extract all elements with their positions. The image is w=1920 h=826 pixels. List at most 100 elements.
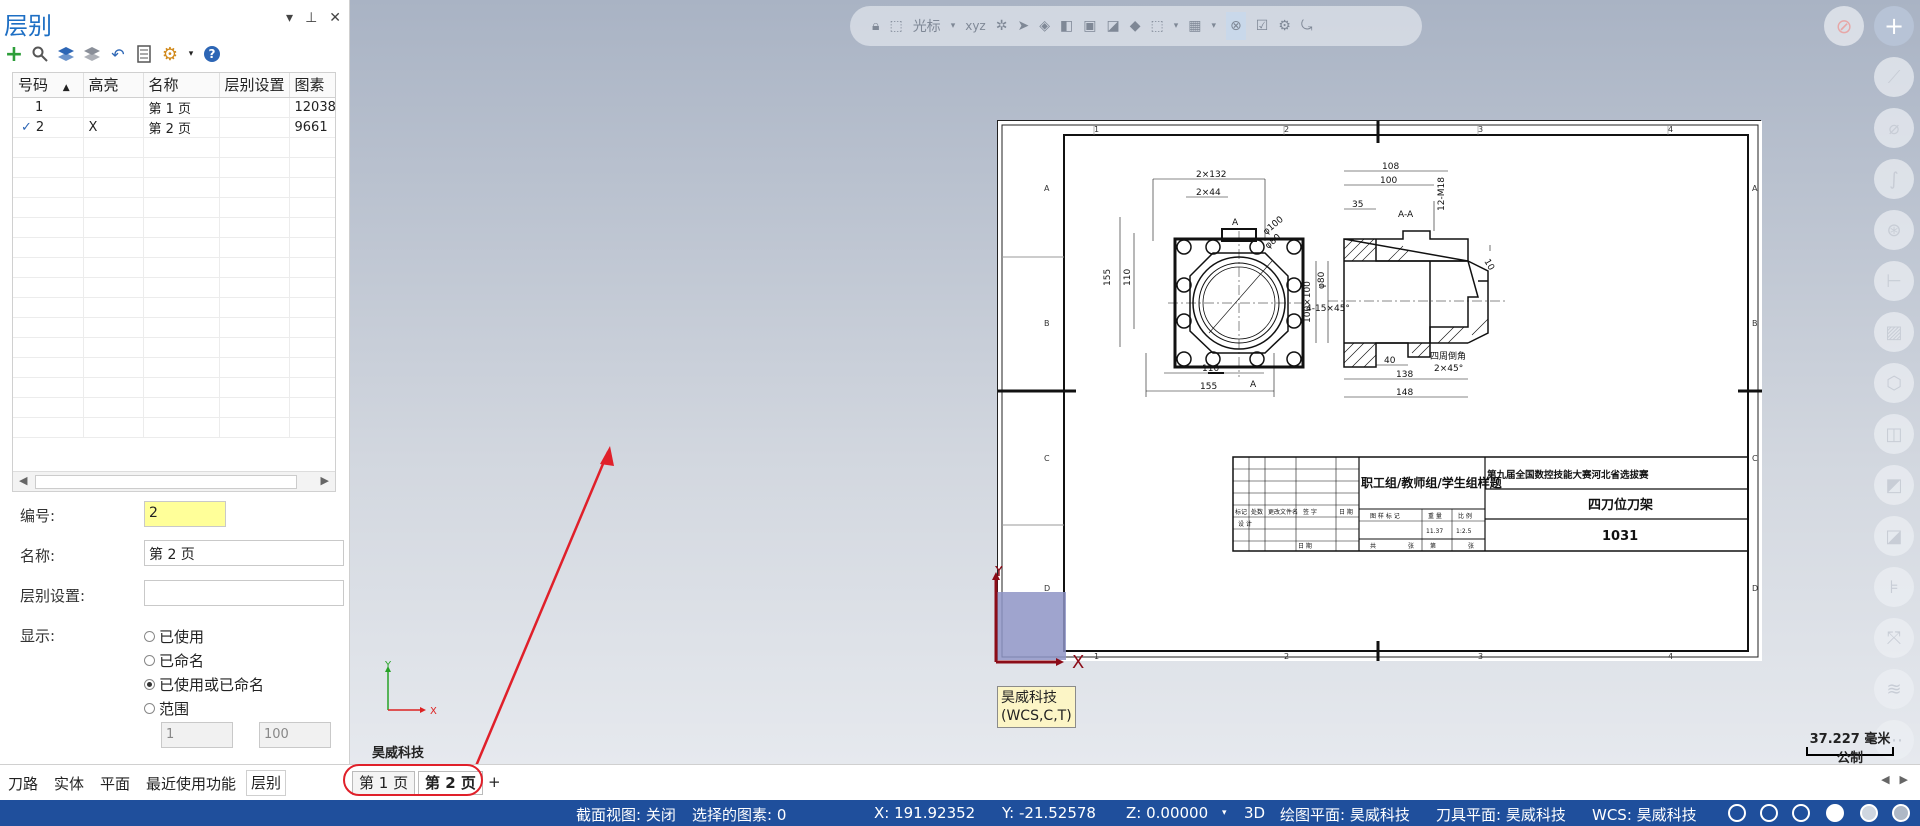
column-header[interactable]: 层别设置 — [219, 73, 290, 98]
lock-icon[interactable]: 🔒︎ — [872, 18, 879, 34]
globe-icon[interactable] — [1760, 804, 1778, 822]
section-label: A-A — [1398, 210, 1414, 220]
close-icon[interactable]: ✕ — [329, 10, 341, 26]
tb-label: 日 期 — [1339, 508, 1353, 516]
section-view-status[interactable]: 截面视图: 关闭 — [576, 804, 676, 825]
name-field[interactable]: 第 2 页 — [144, 540, 344, 566]
select-body-icon[interactable]: ▣ — [1083, 18, 1096, 34]
add-page-button[interactable]: + — [488, 773, 501, 791]
color-icon[interactable]: ◩ — [1874, 465, 1914, 505]
radio-used-or-named[interactable]: 已使用或已命名 — [144, 674, 264, 695]
transform-icon[interactable]: ⤧ — [1874, 618, 1914, 658]
select-face-icon[interactable]: ◧ — [1060, 18, 1073, 34]
pin-icon[interactable]: ⊥ — [305, 10, 317, 26]
stop-icon[interactable]: ⊘ — [1824, 6, 1864, 46]
dimension-icon[interactable]: ⊢ — [1874, 261, 1914, 301]
row-highlight[interactable] — [83, 97, 144, 118]
circle-icon[interactable]: ⌀ — [1874, 108, 1914, 148]
spline-icon[interactable]: ∫ — [1874, 159, 1914, 199]
tab-planes[interactable]: 平面 — [100, 773, 130, 794]
row-name: 第 1 页 — [143, 97, 220, 118]
add-level-icon[interactable]: + — [4, 42, 24, 67]
radio-range[interactable]: 范围 — [144, 698, 189, 719]
competition-name: 第九届全国数控技能大赛河北省选拔赛 — [1487, 469, 1649, 481]
align-icon[interactable]: ⊧ — [1874, 567, 1914, 607]
check-icon[interactable]: ☑ — [1256, 18, 1269, 34]
view-mode[interactable]: 3D — [1244, 804, 1265, 822]
range-from-field[interactable]: 1 — [161, 722, 233, 748]
primitive-icon[interactable]: ⊛ — [1874, 210, 1914, 250]
radio-used[interactable]: 已使用 — [144, 626, 204, 647]
setting-field[interactable] — [144, 580, 344, 606]
xyz-icon[interactable]: xyz — [965, 19, 986, 33]
select-arrow-icon[interactable]: ➤ — [1017, 18, 1029, 34]
tb-label: 签 字 — [1303, 508, 1317, 516]
tab-recent[interactable]: 最近使用功能 — [146, 773, 236, 794]
gear-icon[interactable]: ⚙ — [160, 44, 180, 65]
chevron-down-icon[interactable]: ▾ — [186, 44, 196, 64]
add-icon[interactable]: + — [1874, 6, 1914, 46]
tab-right-icon[interactable]: ▶ — [1900, 773, 1908, 786]
settings-icon[interactable]: ⚙ — [1278, 18, 1291, 34]
column-header[interactable]: 高亮 — [83, 73, 144, 98]
tab-levels[interactable]: 层别 — [246, 770, 287, 796]
wcs-status[interactable]: WCS: 昊威科技 — [1592, 804, 1697, 825]
chevron-down-icon[interactable]: ▾ — [1222, 808, 1227, 818]
search-icon[interactable] — [30, 44, 50, 64]
help-icon[interactable]: ? — [202, 44, 222, 64]
number-field[interactable]: 2 — [144, 501, 226, 527]
tab-toolpaths[interactable]: 刀路 — [8, 773, 38, 794]
radio-named[interactable]: 已命名 — [144, 650, 204, 671]
drawing-sheet[interactable]: 1 2 3 4 1 2 3 4 A B C D A B C D 2×132 2×… — [997, 120, 1762, 661]
column-header[interactable]: 名称 — [143, 73, 220, 98]
column-header[interactable]: 号码 ▲ — [13, 73, 84, 98]
solid-icon[interactable]: ⬡ — [1874, 363, 1914, 403]
shading-icon[interactable] — [1826, 804, 1844, 822]
radio-dot — [144, 655, 155, 666]
select-edge-icon[interactable]: ◪ — [1106, 18, 1119, 34]
tab-left-icon[interactable]: ◀ — [1881, 773, 1889, 786]
tab-solids[interactable]: 实体 — [54, 773, 84, 794]
cursor-icon[interactable]: ⬚ — [889, 18, 902, 34]
globe-icon[interactable] — [1728, 804, 1746, 822]
dim-label: 110 — [1202, 364, 1219, 374]
scroll-right-icon[interactable]: ▶ — [321, 474, 329, 487]
sort-asc-icon: ▲ — [62, 83, 70, 94]
globe-icon[interactable] — [1792, 804, 1810, 822]
layers-gray-icon[interactable] — [82, 44, 102, 64]
table-row[interactable]: 1 第 1 页 12038 — [13, 97, 335, 118]
column-header[interactable]: 图素 — [289, 73, 335, 98]
select-mode-icon[interactable]: ⬚ — [1150, 18, 1163, 34]
level-manager-panel: 层别 ▾ ⊥ ✕ + ↶ ⚙ ▾ ? 号码 ▲ 高亮 名称 层别设置 图素 1 … — [0, 0, 350, 764]
row-highlight[interactable]: X — [83, 117, 144, 138]
color-red-icon[interactable]: ◪ — [1874, 516, 1914, 556]
hatch-icon[interactable]: ▨ — [1874, 312, 1914, 352]
clear-icon[interactable]: ⤿ — [1301, 18, 1313, 34]
window-select-icon[interactable]: ▦ — [1188, 18, 1201, 34]
shading-icon[interactable] — [1860, 804, 1878, 822]
verify-icon[interactable]: ⊗ — [1226, 12, 1246, 40]
range-to-field[interactable]: 100 — [259, 722, 331, 748]
scroll-thumb[interactable] — [35, 475, 297, 489]
graphics-viewport[interactable]: 🔒︎ ⬚ 光标 ▾ xyz ✲ ➤ ◈ ◧ ▣ ◪ ◆ ⬚ ▾ ▦ ▾ ⊗ ☑ … — [350, 0, 1920, 764]
scroll-left-icon[interactable]: ◀ — [19, 474, 27, 487]
report-icon[interactable] — [134, 44, 154, 64]
chevron-down-icon[interactable]: ▾ — [1174, 21, 1179, 31]
table-row[interactable]: ✓ 2 X 第 2 页 9661 — [13, 117, 335, 138]
snap-icon[interactable]: ✲ — [996, 18, 1008, 34]
undo-icon[interactable]: ↶ — [108, 44, 128, 64]
dropdown-icon[interactable]: ▾ — [286, 10, 293, 26]
horizontal-scrollbar[interactable]: ◀ ▶ — [13, 471, 335, 491]
construction-plane[interactable]: 绘图平面: 昊威科技 — [1280, 804, 1410, 825]
line-icon[interactable]: ⟋ — [1874, 57, 1914, 97]
tool-plane[interactable]: 刀具平面: 昊威科技 — [1436, 804, 1566, 825]
select-color-icon[interactable]: ◆ — [1130, 18, 1141, 34]
box-icon[interactable]: ◫ — [1874, 414, 1914, 454]
chevron-down-icon[interactable]: ▾ — [1211, 21, 1216, 31]
layers-icon[interactable]: ≋ — [1874, 669, 1914, 709]
cursor-label[interactable]: 光标 — [913, 16, 941, 36]
shading-icon[interactable] — [1892, 804, 1910, 822]
chevron-down-icon[interactable]: ▾ — [951, 21, 956, 31]
select-solid-icon[interactable]: ◈ — [1039, 18, 1050, 34]
layers-icon[interactable] — [56, 44, 76, 64]
